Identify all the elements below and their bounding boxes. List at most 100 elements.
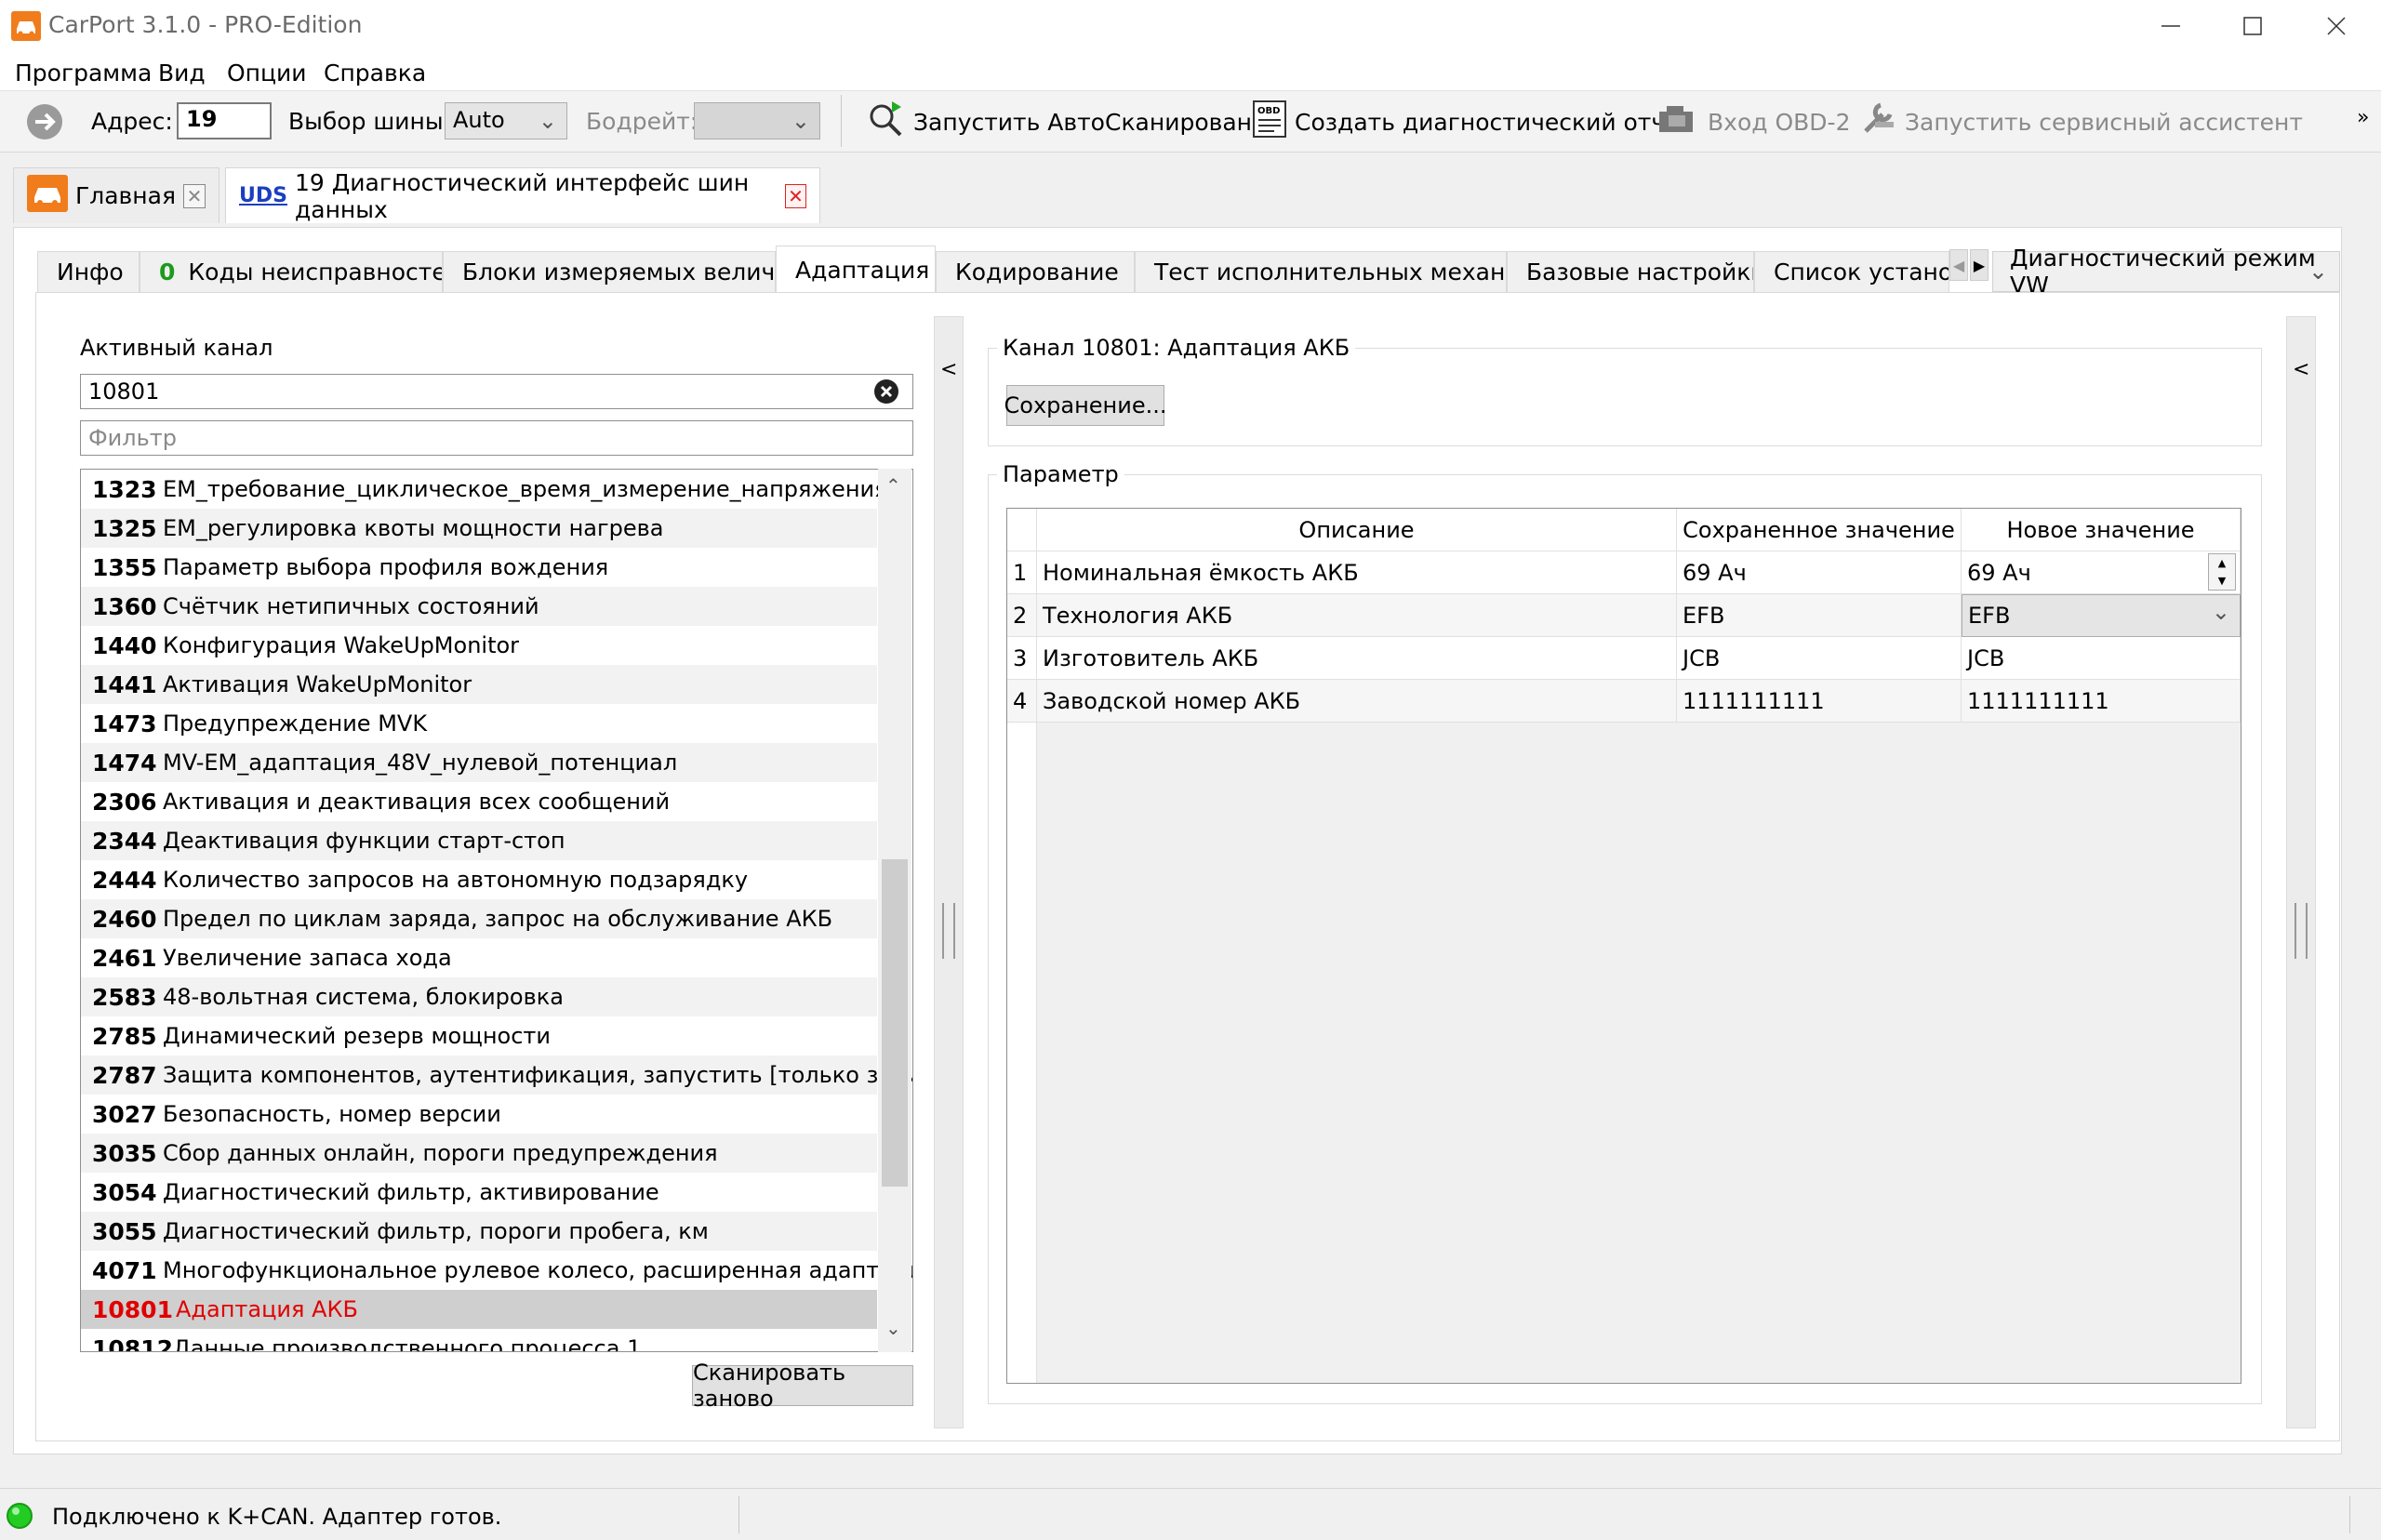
channel-id: 1355 [92, 553, 157, 581]
baud-select: ⌄ [694, 102, 820, 139]
tab-installed-list[interactable]: Список установл [1754, 251, 1949, 292]
list-item[interactable]: 2583 48-вольтная система, блокировка [81, 977, 877, 1016]
list-item[interactable]: 10812 Данные производственного процесса 1 [81, 1329, 877, 1352]
param-new-value-spinner[interactable]: 69 Ач ▲ ▼ [1962, 551, 2241, 594]
list-item[interactable]: 1355 Параметр выбора профиля вождения [81, 548, 877, 587]
list-item[interactable]: 1473 Предупреждение MVK [81, 704, 877, 743]
channel-list-scrollbar[interactable]: ⌃ ⌄ [878, 469, 911, 1352]
param-new-value: EFB [1968, 603, 2011, 629]
channel-list[interactable]: 1323 EM_требование_циклическое_время_изме… [80, 469, 913, 1352]
list-item-selected[interactable]: 10801 Адаптация АКБ [81, 1290, 877, 1329]
service-assistant-button[interactable]: Запустить сервисный ассистент [1858, 102, 2303, 141]
channel-id: 2583 [92, 983, 157, 1011]
column-header-description[interactable]: Описание [1037, 509, 1677, 551]
channel-name: Активация WakeUpMonitor [163, 671, 472, 697]
channel-id: 10812 [92, 1334, 173, 1352]
list-item[interactable]: 3054 Диагностический фильтр, активировани… [81, 1173, 877, 1212]
connect-arrow-icon[interactable] [24, 102, 65, 141]
channel-id: 1360 [92, 592, 157, 620]
vw-mode-label: Диагностический режим VW [2010, 245, 2316, 299]
rescan-button[interactable]: Сканировать заново [692, 1360, 913, 1412]
save-button[interactable]: Сохранение... [1004, 385, 1167, 426]
menu-help[interactable]: Справка [324, 60, 426, 86]
list-item[interactable]: 1360 Счётчик нетипичных состояний [81, 587, 877, 626]
tab-measuring-blocks[interactable]: Блоки измеряемых величин [443, 251, 776, 292]
bus-select[interactable]: Auto ⌄ [445, 102, 567, 139]
status-bar: Подключено к K+CAN. Адаптер готов. [0, 1488, 2381, 1540]
menu-options[interactable]: Опции [227, 60, 307, 86]
tab-home[interactable]: Главная ✕ [13, 167, 219, 223]
param-description: Изготовитель АКБ [1037, 637, 1677, 680]
tab-scroll-left-icon[interactable]: ◀ [1949, 249, 1968, 281]
list-item[interactable]: 1440 Конфигурация WakeUpMonitor [81, 626, 877, 665]
parameter-label: Параметр [997, 461, 1124, 487]
tab-module-19[interactable]: UDS 19 Диагностический интерфейс шин дан… [225, 167, 820, 223]
right-splitter[interactable]: < [2286, 316, 2316, 1428]
chevron-down-icon: ⌄ [2211, 599, 2230, 625]
toolbar-overflow-icon[interactable]: » [2357, 106, 2369, 129]
list-item[interactable]: 2785 Динамический резерв мощности [81, 1016, 877, 1055]
tab-scroll-right-icon[interactable]: ▶ [1970, 249, 1989, 281]
minimize-button[interactable] [2128, 0, 2214, 52]
tab-info[interactable]: Инфо [37, 251, 140, 292]
autoscan-button[interactable]: Запустить АвтоСканирование [867, 101, 1282, 141]
list-item[interactable]: 3055 Диагностический фильтр, пороги пробе… [81, 1212, 877, 1251]
row-number: 1 [1007, 551, 1037, 594]
list-item[interactable]: 1323 EM_требование_циклическое_время_изме… [81, 470, 888, 509]
tab-fault-codes[interactable]: 0 Коды неисправностей [140, 251, 443, 292]
tab-actuator-test[interactable]: Тест исполнительных механизмов [1135, 251, 1507, 292]
channel-name: Конфигурация WakeUpMonitor [163, 632, 520, 658]
list-item[interactable]: 1325 EM_регулировка квоты мощности нагрев… [81, 509, 877, 548]
filter-input[interactable]: Фильтр [80, 420, 913, 456]
scroll-up-icon[interactable]: ⌃ [885, 474, 901, 497]
collapse-left-icon[interactable]: < [940, 358, 957, 381]
param-description: Заводской номер АКБ [1037, 680, 1677, 723]
list-item[interactable]: 2444 Количество запросов на автономную по… [81, 860, 877, 899]
maximize-button[interactable] [2210, 0, 2295, 52]
menu-view[interactable]: Вид [158, 60, 206, 86]
spin-arrows-icon[interactable]: ▲ ▼ [2208, 553, 2236, 591]
status-separator [2349, 1496, 2350, 1533]
list-item[interactable]: 2461 Увеличение запаса хода [81, 938, 877, 977]
close-window-button[interactable] [2294, 0, 2379, 52]
tab-coding[interactable]: Кодирование [936, 251, 1135, 292]
param-new-value[interactable]: 1111111111 [1962, 680, 2241, 723]
list-item[interactable]: 3027 Безопасность, номер версии [81, 1095, 877, 1134]
collapse-right-icon[interactable]: < [2293, 358, 2309, 381]
tab-fault-codes-label: Коды неисправностей [188, 259, 443, 285]
param-new-value-select[interactable]: EFB ⌄ [1962, 594, 2241, 637]
wrench-icon [1858, 100, 1897, 144]
tab-home-label: Главная [75, 182, 176, 209]
tab-adaptation[interactable]: Адаптация [776, 246, 936, 294]
list-item[interactable]: 2787 Защита компонентов, аутентификация, … [81, 1055, 912, 1095]
list-item[interactable]: 2460 Предел по циклам заряда, запрос на о… [81, 899, 877, 938]
param-saved-value: 69 Ач [1677, 551, 1962, 594]
tab-basic-settings[interactable]: Базовые настройки [1507, 251, 1754, 292]
list-item[interactable]: 1474 MV-EM_адаптация_48V_нулевой_потенциа… [81, 743, 877, 782]
create-report-button[interactable]: OBD Создать диагностический отчет [1252, 100, 1694, 141]
left-splitter[interactable]: < [934, 316, 964, 1428]
obd2-button[interactable]: Вход OBD-2 [1656, 102, 1850, 141]
channel-id: 3055 [92, 1217, 157, 1245]
list-item[interactable]: 2306 Активация и деактивация всех сообщен… [81, 782, 877, 821]
clear-icon[interactable] [873, 378, 899, 410]
column-header-saved[interactable]: Сохраненное значение [1677, 509, 1962, 551]
status-separator [738, 1496, 739, 1533]
list-item[interactable]: 3035 Сбор данных онлайн, пороги предупреж… [81, 1134, 877, 1173]
scroll-thumb[interactable] [882, 859, 908, 1187]
list-item[interactable]: 2344 Деактивация функции старт-стоп [81, 821, 877, 860]
column-header-new[interactable]: Новое значение [1962, 509, 2241, 551]
menu-program[interactable]: Программа [15, 60, 152, 86]
title-bar: CarPort 3.1.0 - PRO-Edition [0, 0, 2381, 52]
address-input[interactable]: 19 [177, 102, 272, 139]
vw-mode-dropdown[interactable]: Диагностический режим VW ⌄ [1992, 245, 2340, 299]
param-new-value[interactable]: JCB [1962, 637, 2241, 680]
active-channel-input[interactable]: 10801 [80, 374, 913, 409]
row-header-strip [1007, 723, 1037, 1383]
close-tab-icon[interactable]: ✕ [785, 183, 806, 208]
list-item[interactable]: 1441 Активация WakeUpMonitor [81, 665, 877, 704]
scroll-down-icon[interactable]: ⌄ [885, 1317, 901, 1339]
close-tab-icon[interactable]: ✕ [182, 183, 206, 208]
create-report-label: Создать диагностический отчет [1295, 108, 1694, 136]
list-item[interactable]: 4071 Многофункциональное рулевое колесо, … [81, 1251, 912, 1290]
